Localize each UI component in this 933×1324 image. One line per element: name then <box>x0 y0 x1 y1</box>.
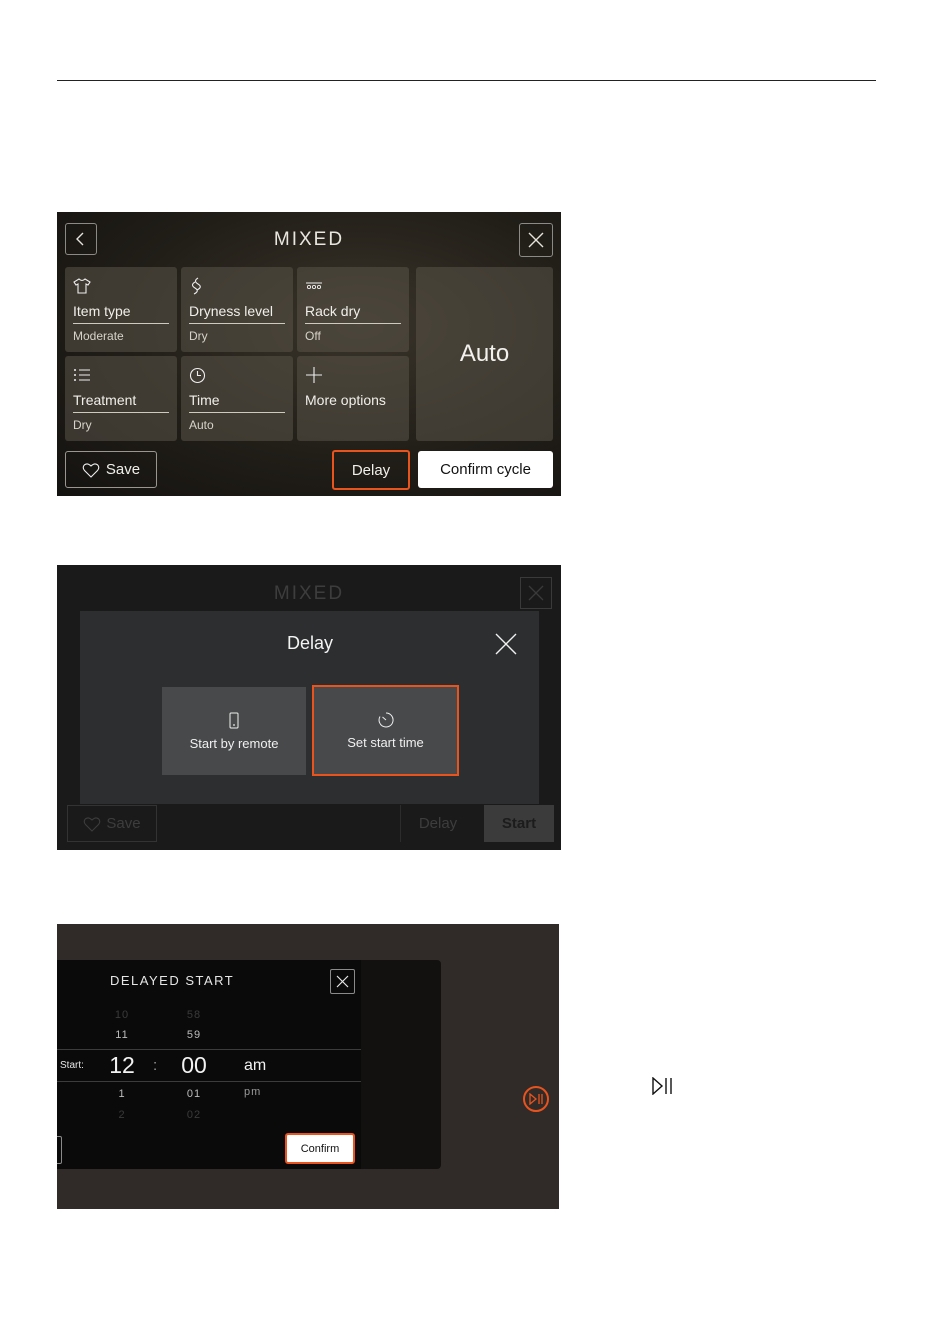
option-label: Start by remote <box>189 735 279 751</box>
tile-rack-dry[interactable]: Rack dry Off <box>297 267 409 352</box>
tile-value: Dry <box>189 329 208 343</box>
tile-value: Dry <box>73 418 92 432</box>
tile-label: More options <box>305 392 386 408</box>
selection-top-line <box>57 1049 361 1050</box>
start-by-remote-option[interactable]: Start by remote <box>162 687 306 775</box>
tile-label: Time <box>189 392 285 413</box>
hour-option[interactable]: 2 <box>107 1109 137 1121</box>
set-start-time-option[interactable]: Set start time <box>312 685 459 776</box>
hour-option[interactable]: 1 <box>107 1088 137 1100</box>
start-pause-button[interactable] <box>523 1086 549 1112</box>
delayed-start-panel: DELAYED START 10 11 58 59 Start: 12 : 00… <box>57 960 441 1169</box>
tile-value: Moderate <box>73 329 124 343</box>
selected-ampm[interactable]: am <box>244 1057 266 1075</box>
tile-label: Dryness level <box>189 303 285 324</box>
time-separator: : <box>153 1057 158 1074</box>
tile-treatment[interactable]: Treatment Dry <box>65 356 177 441</box>
picker-title: DELAYED START <box>110 973 235 988</box>
background-save-label: Save <box>106 815 141 832</box>
delay-dialog-screen: MIXED Save Delay Start Delay Start by re… <box>57 565 561 850</box>
back-button[interactable] <box>65 223 97 255</box>
background-delay-button: Delay <box>400 805 475 842</box>
heart-icon <box>82 462 100 478</box>
ampm-option[interactable]: pm <box>244 1086 261 1098</box>
tile-more-options[interactable]: More options <box>297 356 409 441</box>
delayed-start-screen: DELAYED START 10 11 58 59 Start: 12 : 00… <box>57 924 559 1209</box>
cycle-options-screen: MIXED Item type Moderate Dryness level D… <box>57 212 561 496</box>
delay-button[interactable]: Delay <box>332 450 410 490</box>
background-start-button: Start <box>484 805 554 842</box>
hour-option[interactable]: 11 <box>107 1029 137 1041</box>
dialog-close-button[interactable] <box>493 631 519 657</box>
auto-time-display: Auto <box>416 267 553 441</box>
timer-icon <box>378 712 394 728</box>
picker-close-button[interactable] <box>330 969 355 994</box>
tile-time[interactable]: Time Auto <box>181 356 293 441</box>
option-label: Set start time <box>347 735 424 750</box>
minute-option[interactable]: 59 <box>179 1029 209 1041</box>
dryness-icon <box>189 275 285 297</box>
close-icon <box>495 633 517 655</box>
save-button[interactable]: Save <box>65 451 157 488</box>
selected-minute[interactable]: 00 <box>175 1052 213 1079</box>
start-label: Start: <box>60 1060 84 1071</box>
close-icon <box>528 232 544 248</box>
close-button[interactable] <box>519 223 553 257</box>
tile-label: Rack dry <box>305 303 401 324</box>
selected-hour[interactable]: 12 <box>105 1052 139 1079</box>
heart-icon <box>84 816 101 832</box>
delay-dialog: Delay Start by remote Set start time <box>80 611 539 804</box>
tile-item-type[interactable]: Item type Moderate <box>65 267 177 352</box>
minute-option[interactable]: 02 <box>179 1109 209 1121</box>
plus-icon <box>305 364 401 386</box>
tile-label: Item type <box>73 303 169 324</box>
shirt-icon <box>73 275 169 297</box>
rack-icon <box>305 275 401 297</box>
tile-label: Treatment <box>73 392 169 413</box>
background-close-button <box>520 577 552 609</box>
list-icon <box>73 364 169 386</box>
confirm-button[interactable]: Confirm <box>285 1133 355 1164</box>
selection-bottom-line <box>57 1081 361 1082</box>
cut-off-button[interactable] <box>57 1136 62 1164</box>
tile-dryness-level[interactable]: Dryness level Dry <box>181 267 293 352</box>
minute-option[interactable]: 58 <box>179 1009 209 1021</box>
phone-icon <box>229 712 239 728</box>
confirm-cycle-button[interactable]: Confirm cycle <box>418 451 553 488</box>
top-rule <box>57 80 876 81</box>
play-pause-icon <box>651 1076 675 1100</box>
close-icon <box>528 585 544 601</box>
page-title: MIXED <box>273 229 345 250</box>
clock-icon <box>189 364 285 386</box>
tile-value: Off <box>305 329 321 343</box>
play-pause-icon <box>529 1093 543 1105</box>
time-picker: DELAYED START 10 11 58 59 Start: 12 : 00… <box>57 960 361 1169</box>
hour-option[interactable]: 10 <box>107 1009 137 1021</box>
background-title: MIXED <box>273 583 345 604</box>
background-save-button: Save <box>67 805 157 842</box>
chevron-left-icon <box>76 232 84 246</box>
minute-option[interactable]: 01 <box>179 1088 209 1100</box>
save-label: Save <box>105 461 141 478</box>
close-icon <box>336 975 349 988</box>
tile-value: Auto <box>189 418 214 432</box>
dialog-title: Delay <box>286 633 334 653</box>
